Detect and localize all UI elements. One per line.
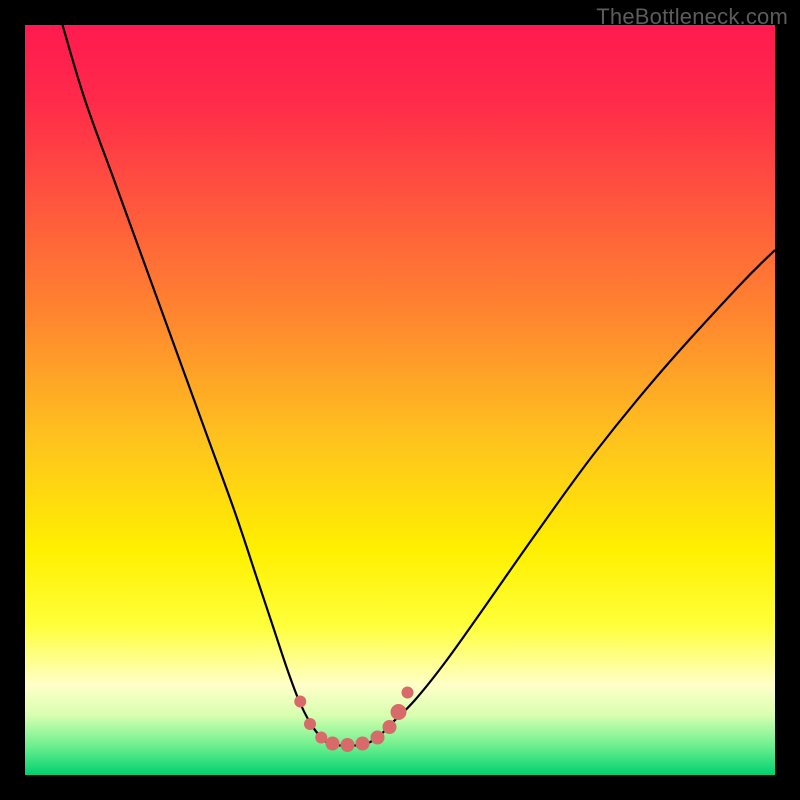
chart-frame: TheBottleneck.com xyxy=(0,0,800,800)
valley-marker xyxy=(371,731,385,745)
valley-marker xyxy=(304,718,316,730)
plot-area xyxy=(25,25,775,775)
chart-svg xyxy=(25,25,775,775)
valley-marker xyxy=(315,732,327,744)
valley-marker xyxy=(391,704,407,720)
watermark-text: TheBottleneck.com xyxy=(596,4,788,30)
valley-marker xyxy=(341,738,355,752)
valley-marker xyxy=(356,737,370,751)
valley-marker xyxy=(326,737,340,751)
valley-marker xyxy=(402,687,414,699)
valley-marker xyxy=(294,696,306,708)
valley-marker xyxy=(383,720,397,734)
gradient-background xyxy=(25,25,775,775)
